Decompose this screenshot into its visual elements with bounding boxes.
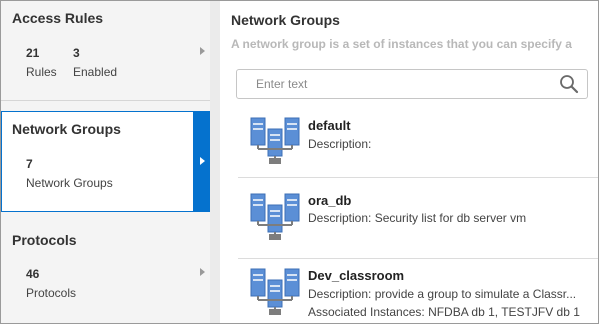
page-subtitle: A network group is a set of instances th… — [231, 37, 572, 51]
main-panel: Network Groups A network group is a set … — [220, 1, 598, 323]
page-title: Network Groups — [231, 12, 340, 28]
search-input[interactable] — [238, 71, 548, 97]
panel-divider — [210, 1, 220, 323]
item-description: Description: — [308, 137, 372, 151]
item-name[interactable]: ora_db — [308, 193, 351, 208]
stat-network-groups-label: Network Groups — [26, 176, 113, 190]
list-item-default[interactable]: default Description: — [238, 105, 598, 178]
sidebar-card-access-rules[interactable]: Access Rules 21 Rules 3 Enabled — [1, 1, 210, 101]
item-description: Description: provide a group to simulate… — [308, 287, 577, 301]
item-name[interactable]: Dev_classroom — [308, 268, 404, 283]
stat-rules-value: 21 — [26, 46, 40, 60]
app-frame: Access Rules 21 Rules 3 Enabled Network … — [0, 0, 599, 324]
stat-enabled-value: 3 — [73, 46, 80, 60]
sidebar: Access Rules 21 Rules 3 Enabled Network … — [1, 1, 214, 323]
item-associated-instances: Associated Instances: NFDBA db 1, TESTJF… — [308, 305, 580, 319]
card-title: Access Rules — [12, 10, 104, 26]
stat-rules-label: Rules — [26, 65, 57, 79]
chevron-right-icon — [200, 157, 205, 165]
stat-protocols-label: Protocols — [26, 286, 77, 300]
sidebar-card-protocols[interactable]: Protocols 46 Protocols — [1, 222, 210, 323]
stat-enabled-label: Enabled — [73, 65, 118, 79]
list-item-dev-classroom[interactable]: Dev_classroom Description: provide a gro… — [238, 260, 598, 323]
chevron-right-icon — [200, 47, 205, 55]
item-description: Description: Security list for db server… — [308, 211, 527, 225]
card-title: Network Groups — [12, 121, 121, 137]
card-title: Protocols — [12, 232, 77, 248]
search-box — [236, 69, 588, 99]
stat-network-groups-value: 7 — [26, 157, 33, 171]
stat-protocols-value: 46 — [26, 267, 40, 281]
network-group-icon — [250, 268, 300, 316]
chevron-right-icon — [200, 268, 205, 276]
item-name[interactable]: default — [308, 118, 351, 133]
network-group-icon — [250, 117, 300, 165]
list-item-ora-db[interactable]: ora_db Description: Security list for db… — [238, 179, 598, 259]
network-group-icon — [250, 193, 300, 241]
selected-tab — [193, 111, 210, 212]
search-icon[interactable] — [559, 74, 579, 94]
sidebar-card-network-groups[interactable]: Network Groups 7 Network Groups — [1, 111, 210, 212]
